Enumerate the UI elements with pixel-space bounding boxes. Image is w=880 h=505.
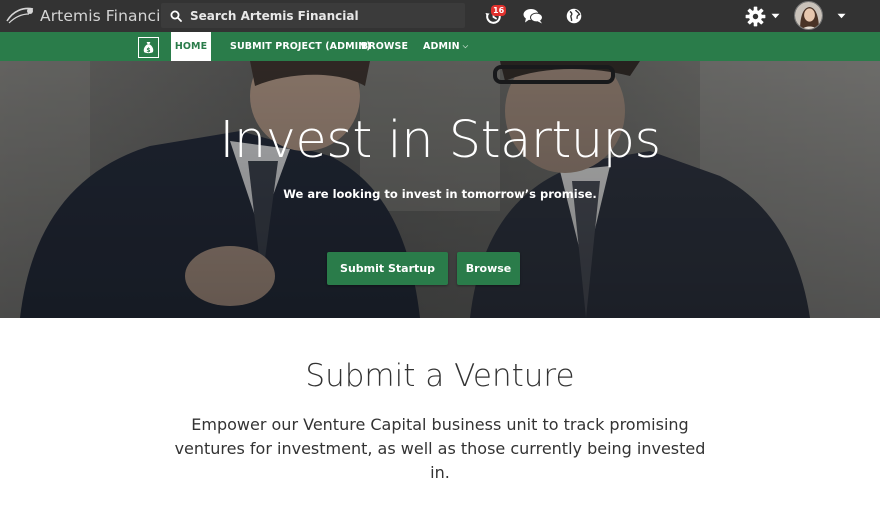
nav-submit-project[interactable]: SUBMIT PROJECT (ADMIN) xyxy=(230,32,371,61)
settings-menu-button[interactable] xyxy=(742,0,782,32)
artemis-logo-icon xyxy=(6,7,34,24)
chevron-down-icon: ⌵ xyxy=(462,42,469,50)
notification-badge: 16 xyxy=(491,5,507,16)
globe-icon xyxy=(566,8,582,24)
user-photo-icon xyxy=(795,2,822,29)
hero-subtitle: We are looking to invest in tomorrow’s p… xyxy=(283,187,597,201)
search-icon xyxy=(170,10,182,22)
hero-banner: Invest in Startups We are looking to inv… xyxy=(0,61,880,318)
svg-text:$: $ xyxy=(146,47,150,54)
chevron-down-icon xyxy=(837,13,845,19)
chat-button[interactable] xyxy=(521,0,545,32)
nav-home[interactable]: HOME xyxy=(171,32,211,61)
section-title: Submit a Venture xyxy=(305,358,575,394)
nav-browse[interactable]: BROWSE xyxy=(361,32,408,61)
brand-logo[interactable]: Artemis Financial xyxy=(5,3,175,29)
top-bar: Artemis Financial 16 xyxy=(0,0,880,32)
browse-button[interactable]: Browse xyxy=(457,252,520,285)
money-bag-button[interactable]: $ xyxy=(138,37,159,58)
gear-icon xyxy=(745,6,765,26)
account-menu-toggle[interactable] xyxy=(834,0,848,32)
chat-icon xyxy=(523,9,543,24)
submit-startup-button[interactable]: Submit Startup xyxy=(327,252,448,285)
chevron-down-icon xyxy=(771,13,779,19)
nav-admin[interactable]: ADMIN ⌵ xyxy=(423,32,468,61)
search-box[interactable] xyxy=(161,3,465,28)
globe-button[interactable] xyxy=(563,0,585,32)
section-description: Empower our Venture Capital business uni… xyxy=(174,415,706,482)
money-bag-icon: $ xyxy=(143,42,154,54)
avatar[interactable] xyxy=(794,1,823,30)
hero-title: Invest in Startups xyxy=(219,111,661,170)
main-navigation: $ HOME SUBMIT PROJECT (ADMIN) BROWSE ADM… xyxy=(0,32,880,61)
brand-name: Artemis Financial xyxy=(40,7,175,25)
nav-admin-label: ADMIN xyxy=(423,41,460,52)
search-input[interactable] xyxy=(190,8,450,23)
